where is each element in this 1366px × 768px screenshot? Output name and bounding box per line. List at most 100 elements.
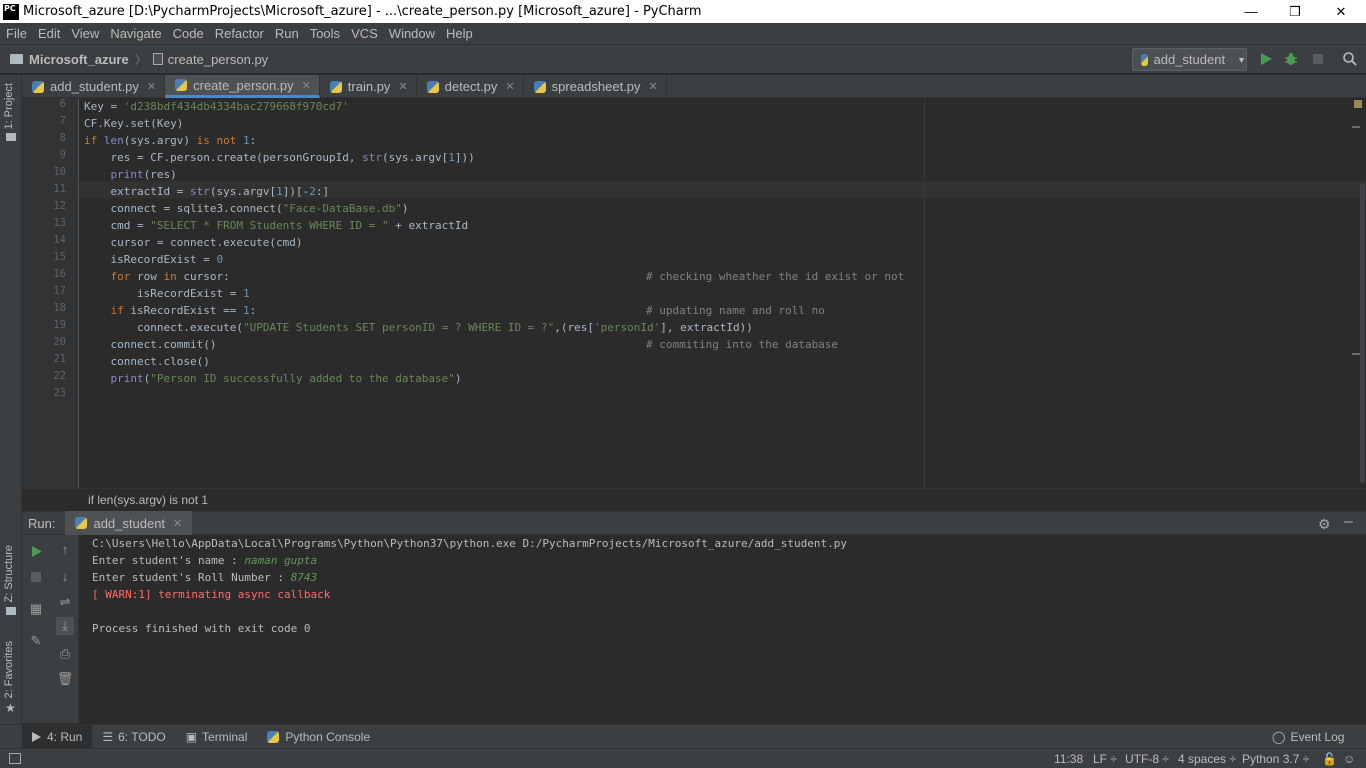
search-icon[interactable] [1342,51,1358,67]
pin-icon[interactable]: ✎ [27,632,45,650]
structure-tool-tab[interactable]: Z: Structure [3,545,15,602]
line-number: 11 [53,183,66,195]
editor-tabs: add_student.py ✕ create_person.py ✕ trai… [22,75,1366,98]
code-line: Key = 'd238bdf434db4334bac279668f970cd7' [84,100,349,113]
line-number: 10 [53,166,66,178]
stop-icon[interactable] [27,568,45,586]
code-content[interactable]: Key = 'd238bdf434db4334bac279668f970cd7'… [84,98,904,385]
tool-window-run[interactable]: 4: Run [22,724,93,749]
tool-window-python-console[interactable]: Python Console [257,725,380,749]
inspector-icon[interactable]: ☺ [1343,752,1355,766]
event-log-button[interactable]: ◯ Event Log [1262,725,1354,749]
close-icon[interactable]: ✕ [302,79,311,92]
project-tool-tab[interactable]: 1: Project [3,83,15,129]
error-stripe-marker [1352,126,1360,128]
breadcrumb-file[interactable]: create_person.py [168,52,268,67]
tab-add-student[interactable]: add_student.py ✕ [22,75,166,98]
tab-spreadsheet[interactable]: spreadsheet.py ✕ [524,75,667,98]
lock-icon[interactable]: 🔓 [1322,752,1337,766]
tab-create-person[interactable]: create_person.py ✕ [165,75,320,98]
line-separator[interactable]: LF ÷ [1093,752,1117,766]
python-interpreter[interactable]: Python 3.7 ÷ [1242,752,1309,766]
line-number: 7 [59,115,66,127]
tab-detect[interactable]: detect.py ✕ [417,75,524,98]
favorites-tool-tab[interactable]: 2: Favorites [3,641,15,698]
menu-view[interactable]: View [65,26,104,41]
menu-edit[interactable]: Edit [32,26,65,41]
run-configuration-select[interactable]: add_student ▼ [1132,48,1247,71]
indent-setting[interactable]: 4 spaces ÷ [1178,752,1236,766]
breadcrumb-separator-icon: 〉 [134,52,147,67]
run-tab-add-student[interactable]: add_student ✕ [65,511,193,535]
menu-navigate[interactable]: Navigate [104,26,166,41]
list-icon: ☰ [102,729,114,744]
close-icon[interactable]: ✕ [649,80,658,93]
tab-label: detect.py [444,79,498,94]
menu-window[interactable]: Window [383,26,440,41]
breadcrumb-text[interactable]: if len(sys.argv) is not 1 [88,493,208,507]
menu-vcs[interactable]: VCS [345,26,383,41]
close-icon[interactable]: ✕ [505,80,514,93]
line-number: 18 [53,302,66,314]
python-file-icon [533,80,546,93]
analysis-status-icon [1354,100,1362,108]
cursor-position[interactable]: 11:38 [1054,752,1083,766]
hide-panel-icon[interactable]: – [1344,513,1353,531]
run-toolbar: ↑ ↓ ⇌ ▦ ⤓ ✎ ⎙ 🗑 [22,535,79,723]
tab-train[interactable]: train.py ✕ [320,75,417,98]
console-line-command: C:\Users\Hello\AppData\Local\Programs\Py… [92,537,847,550]
toggle-tool-windows-icon[interactable] [9,753,21,764]
breadcrumb-project[interactable]: Microsoft_azure [29,52,129,67]
run-panel-header: Run: add_student ✕ ⚙ – [22,511,1366,535]
run-icon[interactable] [1258,51,1274,67]
trash-icon[interactable]: 🗑 [56,670,74,688]
menu-code[interactable]: Code [167,26,209,41]
code-line: connect.close() [84,355,210,368]
stop-icon[interactable] [1310,51,1326,67]
tool-window-todo[interactable]: ☰ 6: TODO [92,725,175,749]
scroll-down-icon[interactable]: ↓ [56,567,74,585]
close-icon[interactable]: ✕ [173,517,182,530]
close-icon[interactable]: ✕ [398,80,407,93]
code-line: cursor = connect.execute(cmd) [84,236,303,249]
code-comment: # commiting into the database [646,338,839,351]
print-icon[interactable]: ⎙ [56,645,74,663]
menu-help[interactable]: Help [440,26,478,41]
menu-file[interactable]: File [0,26,32,41]
console-line-exit: Process finished with exit code 0 [92,622,311,635]
title-bar: PC Microsoft_azure [D:\PycharmProjects\M… [0,0,1366,23]
tool-window-terminal[interactable]: ▣ Terminal [176,725,258,749]
close-icon[interactable]: ✕ [147,80,156,93]
layout-icon[interactable]: ▦ [27,600,45,618]
run-console-output[interactable]: C:\Users\Hello\AppData\Local\Programs\Py… [80,535,1366,723]
minimize-button[interactable]: — [1228,0,1274,23]
code-editor[interactable]: 6 7 8 9 10 11 12 13 14 15 16 17 18 19 20… [22,98,1366,488]
tool-window-bar: 4: Run ☰ 6: TODO ▣ Terminal Python Console… [0,724,1366,749]
line-number: 9 [59,149,66,161]
run-label: Run: [28,515,56,531]
line-number: 14 [53,234,66,246]
editor-scrollbar[interactable] [1360,183,1365,483]
gear-icon[interactable]: ⚙ [1318,516,1331,533]
soft-wrap-icon[interactable]: ⇌ [56,593,74,611]
tab-label: train.py [347,79,391,94]
menu-tools[interactable]: Tools [304,26,345,41]
python-file-icon [329,80,342,93]
restore-button[interactable]: ❐ [1272,0,1318,23]
menu-refactor[interactable]: Refactor [209,26,269,41]
menu-run[interactable]: Run [269,26,304,41]
code-line: CF.Key.set(Key) [84,117,184,130]
run-configuration-label: add_student [1153,52,1226,67]
menu-bar: File Edit View Navigate Code Refactor Ru… [0,23,1366,45]
file-encoding[interactable]: UTF-8 ÷ [1125,752,1169,766]
python-file-icon [152,53,163,65]
tab-label: create_person.py [193,77,294,93]
line-number: 22 [53,370,66,382]
scroll-up-icon[interactable]: ↑ [56,540,74,558]
code-line: cmd = "SELECT * FROM Students WHERE ID =… [84,219,469,232]
rerun-icon[interactable] [27,542,45,560]
scroll-to-end-icon[interactable]: ⤓ [56,617,74,635]
line-number: 15 [53,251,66,263]
close-button[interactable]: ✕ [1318,0,1364,23]
debug-icon[interactable] [1283,51,1299,67]
